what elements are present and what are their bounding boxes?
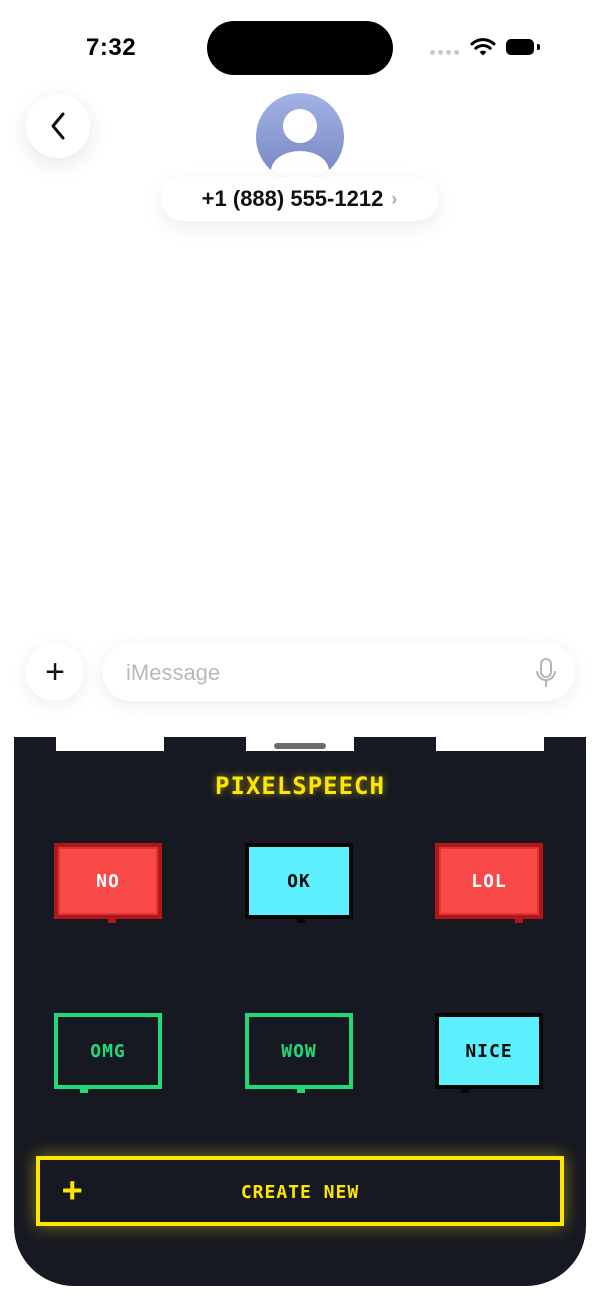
app-title: PIXELSPEECH [215, 772, 385, 800]
back-button[interactable] [26, 94, 90, 158]
sticker-lol[interactable]: LOL [435, 843, 543, 923]
drag-handle[interactable] [274, 743, 326, 749]
chevron-right-icon: › [391, 188, 398, 209]
chevron-left-icon [51, 112, 65, 140]
contact-avatar[interactable] [256, 93, 344, 181]
bubble-tail [297, 1085, 305, 1093]
partial-sticker-top [436, 737, 544, 751]
bubble-tail [297, 915, 305, 923]
pixelspeech-app-panel: PIXELSPEECH NO OK LOL OMG WOW NICE + CRE… [14, 737, 586, 1286]
sticker-wow[interactable]: WOW [245, 1013, 353, 1093]
sticker-ok[interactable]: OK [245, 843, 353, 923]
bubble-tail [80, 1085, 88, 1093]
microphone-icon[interactable] [535, 657, 557, 689]
partial-sticker-top [56, 737, 164, 751]
contact-number: +1 (888) 555-1212 [201, 186, 384, 211]
sticker-omg[interactable]: OMG [54, 1013, 162, 1093]
sticker-nice[interactable]: NICE [435, 1013, 543, 1093]
create-new-label: CREATE NEW [240, 1182, 360, 1203]
sticker-label: NICE [465, 1040, 513, 1062]
create-new-button[interactable]: + CREATE NEW [36, 1156, 564, 1226]
sticker-label: OK [287, 870, 311, 892]
sticker-label: WOW [281, 1040, 317, 1062]
sticker-label: LOL [471, 870, 507, 892]
bubble-tail [515, 915, 523, 923]
battery-icon [506, 39, 540, 56]
dynamic-island [207, 21, 393, 75]
person-silhouette-icon [271, 109, 329, 181]
sticker-no[interactable]: NO [54, 843, 162, 923]
bubble-tail [461, 1085, 469, 1093]
contact-name-pill[interactable]: +1 (888) 555-1212 › [161, 177, 438, 221]
sticker-label: OMG [90, 1040, 126, 1062]
bubble-tail [108, 915, 116, 923]
sticker-label: NO [96, 870, 120, 892]
cellular-signal-icon [430, 44, 462, 55]
message-input[interactable]: iMessage [102, 643, 575, 701]
status-time: 7:32 [86, 34, 137, 61]
add-attachment-button[interactable]: + [26, 643, 84, 701]
wifi-icon [470, 38, 496, 56]
message-placeholder: iMessage [126, 660, 221, 685]
